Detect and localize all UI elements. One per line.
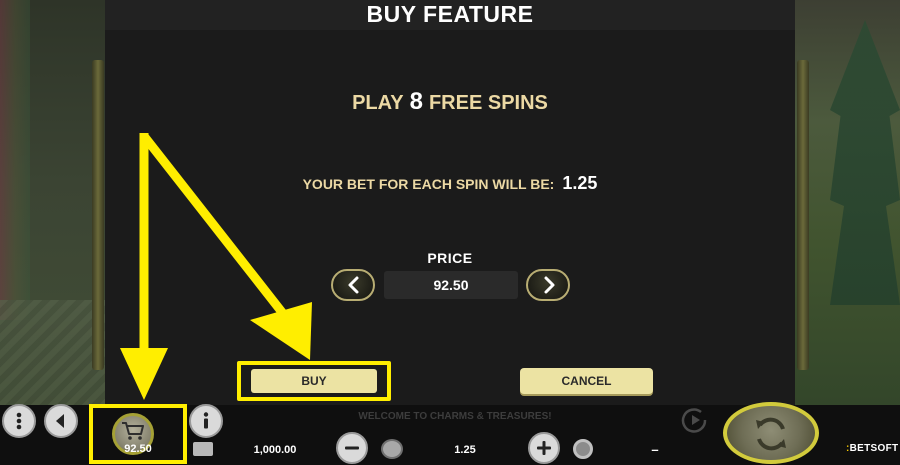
menu-dots-icon xyxy=(16,412,22,430)
balance-value: 1,000.00 xyxy=(253,444,297,456)
price-label: PRICE xyxy=(427,250,473,266)
speaker-icon xyxy=(56,414,64,428)
welcome-marquee: WELCOME TO CHARMS & TREASURES! xyxy=(358,411,552,422)
award-ribbon-icon xyxy=(573,439,593,459)
menu-button[interactable] xyxy=(2,404,36,438)
info-button[interactable] xyxy=(189,404,223,438)
price-previous-button[interactable] xyxy=(331,269,375,301)
chevron-left-icon xyxy=(348,276,359,294)
brand-logo: :BETSOFT xyxy=(846,443,900,454)
free-spins-count: 8 xyxy=(409,88,423,115)
spin-arrows-icon xyxy=(756,417,786,451)
buy-button[interactable]: BUY xyxy=(251,369,377,393)
bet-per-spin-line: YOUR BET FOR EACH SPIN WILL BE: 1.25 xyxy=(105,173,795,194)
chevron-right-icon xyxy=(544,276,555,294)
info-icon xyxy=(203,412,209,429)
minus-icon xyxy=(345,446,359,450)
autoplay-button[interactable] xyxy=(677,405,713,435)
bet-per-spin-value: 1.25 xyxy=(562,173,598,193)
cancel-button[interactable]: CANCEL xyxy=(520,368,653,394)
headline-suffix: FREE SPINS xyxy=(428,92,548,114)
reel-frame-pole-right xyxy=(797,60,809,370)
bet-decrease-button[interactable] xyxy=(336,432,368,464)
brand-logo-text: BETSOFT xyxy=(849,443,899,454)
autoplay-icon xyxy=(681,408,707,433)
buy-feature-modal: BUY FEATURE PLAY 8 FREE SPINS YOUR BET FOR… xyxy=(105,0,795,405)
bet-per-spin-label: YOUR BET FOR EACH SPIN WILL BE: xyxy=(302,176,555,192)
game-background-right xyxy=(795,0,900,405)
modal-title: BUY FEATURE xyxy=(366,1,534,27)
cart-icon xyxy=(122,422,144,440)
free-spins-headline: PLAY 8 FREE SPINS xyxy=(105,88,795,116)
win-value: – xyxy=(651,442,659,457)
game-background-left xyxy=(0,0,105,405)
headline-prefix: PLAY xyxy=(352,92,404,114)
spin-button[interactable] xyxy=(723,402,819,464)
reel-frame-pole-left xyxy=(92,60,104,370)
sound-button[interactable] xyxy=(44,404,78,438)
stone-path-decoration xyxy=(0,300,105,405)
price-next-button[interactable] xyxy=(526,269,570,301)
plus-icon xyxy=(537,441,551,455)
tree-decoration xyxy=(830,20,900,305)
bet-increase-button[interactable] xyxy=(528,432,560,464)
bet-value: 1.25 xyxy=(454,444,476,456)
rainbow-decoration xyxy=(0,0,30,320)
price-value: 92.50 xyxy=(384,271,518,299)
coins-icon xyxy=(381,439,403,459)
buy-feature-price: 92.50 xyxy=(124,443,152,455)
wallet-icon xyxy=(193,442,213,456)
